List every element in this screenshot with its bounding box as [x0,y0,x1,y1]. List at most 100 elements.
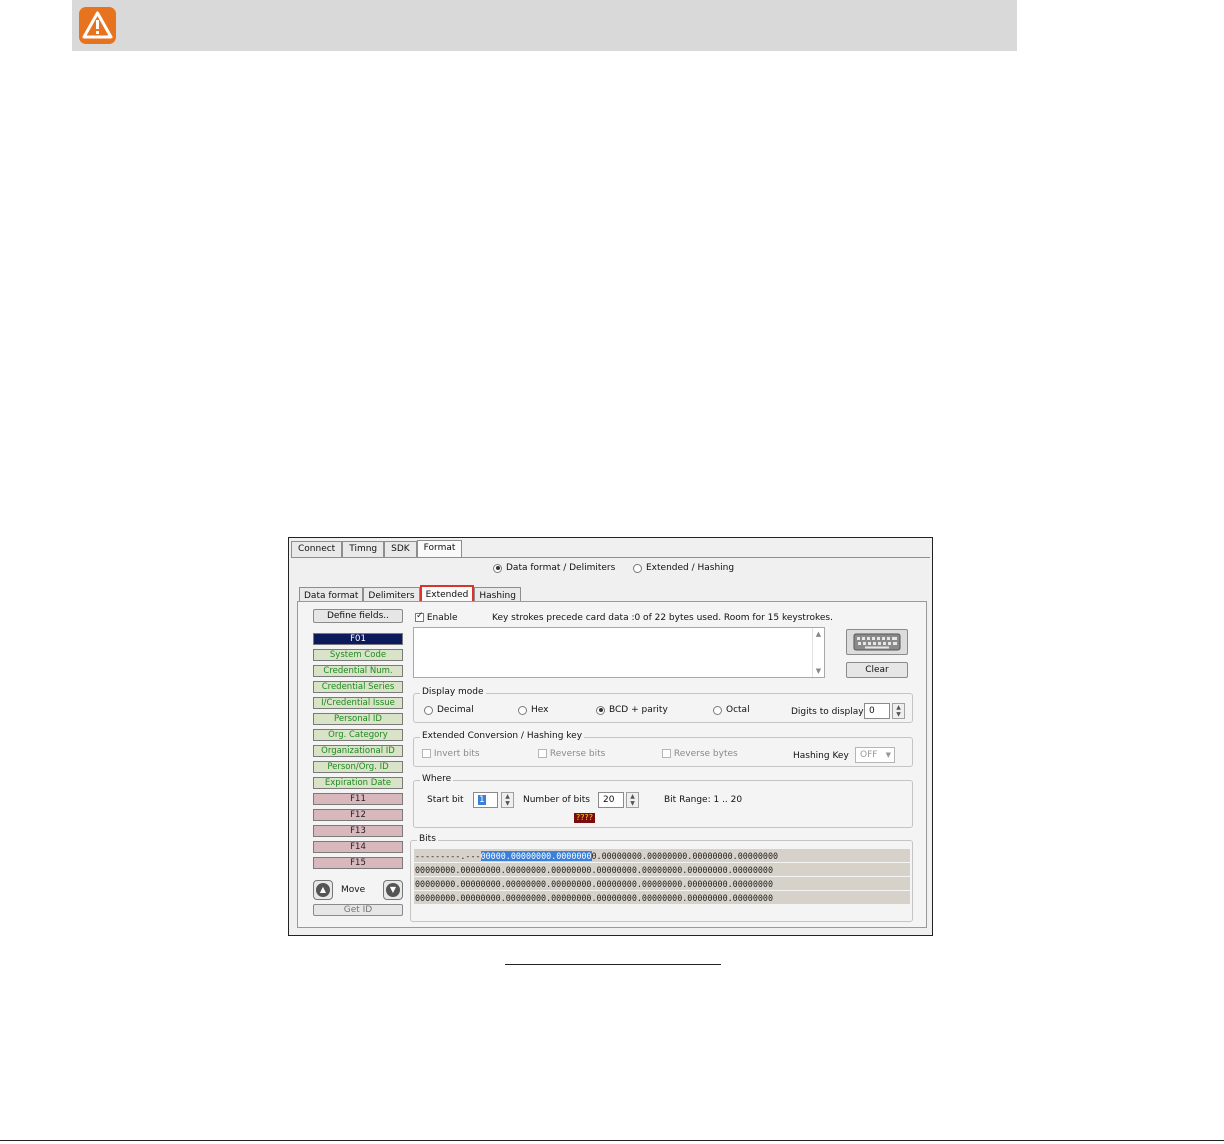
field-item[interactable]: F01 [313,633,403,645]
mode-option-extended-hashing[interactable]: Extended / Hashing [633,563,734,573]
move-down-button[interactable]: ▼ [383,880,403,900]
arrow-down-icon: ▼ [386,883,400,897]
bits-row: 00000000.00000000.00000000.00000000.0000… [414,877,910,891]
move-label: Move [341,885,366,895]
conversion-group: Extended Conversion / Hashing key Invert… [413,731,913,767]
enable-label: Enable [426,613,458,623]
field-item[interactable]: F13 [313,825,403,837]
mode-option-label: Extended / Hashing [646,563,735,573]
field-item[interactable]: I/Credential Issue [313,697,403,709]
display-mode-title: Display mode [420,687,486,697]
field-item[interactable]: Org. Category [313,729,403,741]
field-item[interactable]: Expiration Date [313,777,403,789]
hashing-key-value: OFF [860,750,878,760]
num-bits-input[interactable]: 20 [598,792,624,808]
option-label: Octal [726,705,750,715]
bits-row: 00000000.00000000.00000000.00000000.0000… [414,863,910,877]
arrow-up-icon: ▲ [316,883,330,897]
warning-banner [72,0,1017,51]
clear-button[interactable]: Clear [846,662,908,678]
digits-input[interactable]: 0 [864,703,890,719]
reverse-bytes-option[interactable]: Reverse bytes [662,749,738,759]
status-badge: ???? [574,813,595,823]
where-title: Where [420,774,454,784]
keyboard-button[interactable] [846,629,908,655]
start-bit-label: Start bit [427,795,464,805]
top-tab-bar: Connect Timng SDK Format [291,540,463,558]
enable-checkbox[interactable] [415,611,424,622]
page-footer-rule [0,1140,1224,1141]
scrollbar[interactable]: ▲ ▼ [812,628,824,677]
radio-icon[interactable] [713,705,722,715]
display-option-bcd-parity[interactable]: BCD + parity [596,705,668,715]
field-item[interactable]: Personal ID [313,713,403,725]
keystroke-info: Key strokes precede card data :0 of 22 b… [492,613,833,623]
tab-divider [291,557,930,558]
field-item[interactable]: F15 [313,857,403,869]
bits-display[interactable]: ---------.---00000.00000000.00000000.000… [414,849,910,905]
tab-sdk[interactable]: SDK [384,541,417,558]
move-up-button[interactable]: ▲ [313,880,333,900]
display-mode-group: Display mode Decimal Hex BCD + parity Oc… [413,687,913,723]
reverse-bits-option[interactable]: Reverse bits [538,749,605,759]
keystrokes-input[interactable]: ▲ ▼ [413,627,825,678]
field-item[interactable]: System Code [313,649,403,661]
invert-bits-checkbox[interactable] [422,749,431,758]
bits-selected: 00000.00000000.0000000 [480,851,592,861]
option-label: Hex [531,705,549,715]
start-bit-input[interactable]: 1 [473,792,498,808]
invert-bits-option[interactable]: Invert bits [422,749,480,759]
start-bit-stepper[interactable]: ▲ ▼ [501,792,514,808]
hashing-key-label: Hashing Key [793,751,849,761]
tab-timing[interactable]: Timng [342,541,385,558]
mode-option-data-format[interactable]: Data format / Delimiters [493,563,615,573]
bits-prefix: ---------.--- [415,851,481,861]
bits-title: Bits [417,834,438,844]
bits-row: ---------.---00000.00000000.00000000.000… [414,849,910,863]
display-option-decimal[interactable]: Decimal [424,705,474,715]
bit-range: Bit Range: 1 .. 20 [664,795,743,805]
radio-selected-icon[interactable] [596,705,605,715]
radio-icon[interactable] [424,705,433,715]
chevron-down-icon: ▼ [885,751,891,759]
extended-panel: Define fields.. F01 System Code Credenti… [297,601,927,928]
warning-triangle-icon [79,7,116,44]
option-label: Decimal [437,705,474,715]
enable-checkbox-row[interactable]: Enable [415,611,458,623]
field-item[interactable]: F14 [313,841,403,853]
invert-bits-label: Invert bits [433,749,480,759]
field-item[interactable]: F12 [313,809,403,821]
hashing-key-select[interactable]: OFF ▼ [855,747,895,763]
radio-selected-icon[interactable] [493,563,502,573]
radio-icon[interactable] [633,563,642,573]
conversion-title: Extended Conversion / Hashing key [420,731,585,741]
get-id-button[interactable]: Get ID [313,904,403,916]
reverse-bytes-checkbox[interactable] [662,749,671,758]
field-item[interactable]: Credential Num. [313,665,403,677]
field-item[interactable]: F11 [313,793,403,805]
num-bits-label: Number of bits [523,795,590,805]
tab-connect[interactable]: Connect [291,541,343,558]
num-bits-stepper[interactable]: ▲ ▼ [626,792,639,808]
digits-stepper[interactable]: ▲ ▼ [892,703,905,719]
radio-icon[interactable] [518,705,527,715]
define-fields-button[interactable]: Define fields.. [313,609,403,623]
display-option-hex[interactable]: Hex [518,705,548,715]
reverse-bits-checkbox[interactable] [538,749,547,758]
bits-suffix: 0.00000000.00000000.00000000.00000000 [591,851,779,861]
option-label: BCD + parity [609,705,668,715]
bits-row: 00000000.00000000.00000000.00000000.0000… [414,891,910,905]
start-bit-value: 1 [478,795,486,805]
field-item[interactable]: Organizational ID [313,745,403,757]
scroll-down-icon[interactable]: ▼ [813,667,824,675]
scroll-up-icon[interactable]: ▲ [813,630,824,638]
display-option-octal[interactable]: Octal [713,705,750,715]
reverse-bits-label: Reverse bits [549,749,606,759]
reverse-bytes-label: Reverse bytes [673,749,738,759]
mode-option-label: Data format / Delimiters [506,563,616,573]
tab-format[interactable]: Format [416,540,463,558]
field-item[interactable]: Credential Series [313,681,403,693]
caption-rule [505,964,721,965]
keyboard-icon [853,633,901,651]
field-item[interactable]: Person/Org. ID [313,761,403,773]
